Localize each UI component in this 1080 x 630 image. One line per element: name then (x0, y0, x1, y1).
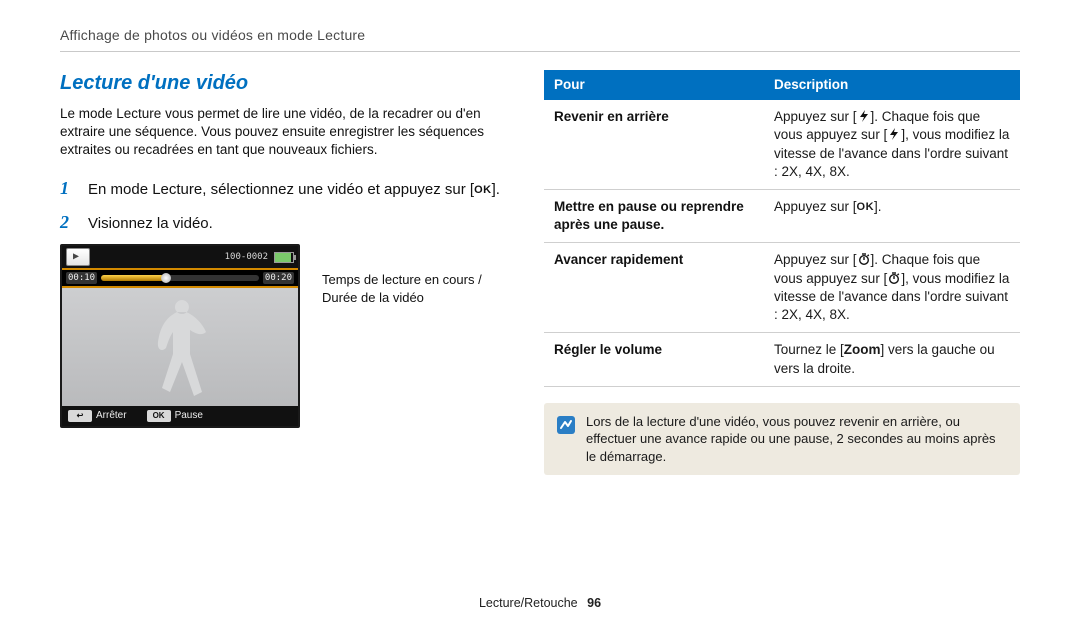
softkey-stop-label: Arrêter (96, 409, 127, 423)
table-header-description: Description (764, 70, 1020, 100)
ok-icon: OK (857, 200, 875, 215)
step-text: En mode Lecture, sélectionnez une vidéo … (88, 180, 500, 200)
screenshot-softkeys: ↩ Arrêter OK Pause (62, 406, 298, 426)
step-text: Visionnez la vidéo. (88, 214, 500, 234)
screenshot-callout: Temps de lecture en cours / Durée de la … (322, 244, 482, 306)
note-text: Lors de la lecture d'une vidéo, vous pou… (586, 413, 1008, 466)
flash-icon (887, 127, 901, 141)
flash-icon (857, 109, 871, 123)
battery-icon (274, 252, 294, 263)
step-number: 2 (60, 210, 78, 234)
back-key-icon: ↩ (68, 410, 92, 422)
time-elapsed: 00:10 (66, 272, 97, 284)
step-number: 1 (60, 176, 78, 200)
table-row: Revenir en arrièreAppuyez sur []. Chaque… (544, 100, 1020, 189)
seek-bar (101, 275, 259, 281)
table-row-description: Tournez le [Zoom] vers la gauche ou vers… (764, 333, 1020, 386)
table-header-action: Pour (544, 70, 764, 100)
table-row: Mettre en pause ou reprendre après une p… (544, 189, 1020, 242)
page-footer: Lecture/Retouche 96 (0, 595, 1080, 612)
table-row-label: Revenir en arrière (544, 100, 764, 189)
table-row-description: Appuyez sur []. Chaque fois que vous app… (764, 100, 1020, 189)
step-1: 1 En mode Lecture, sélectionnez une vidé… (60, 176, 500, 200)
intro-paragraph: Le mode Lecture vous permet de lire une … (60, 105, 500, 160)
footer-section: Lecture/Retouche (479, 596, 578, 610)
step-text-pre: En mode Lecture, sélectionnez une vidéo … (88, 181, 474, 198)
table-row-description: Appuyez sur [OK]. (764, 189, 1020, 242)
header-divider (60, 51, 1020, 52)
screenshot-body (62, 288, 298, 406)
file-index: 100-0002 (225, 251, 268, 263)
table-row-label: Avancer rapidement (544, 243, 764, 333)
zoom-label: Zoom (844, 342, 881, 357)
table-row-label: Mettre en pause ou reprendre après une p… (544, 189, 764, 242)
section-title: Lecture d'une vidéo (60, 70, 500, 97)
play-mode-icon (66, 248, 90, 266)
table-row: Régler le volumeTournez le [Zoom] vers l… (544, 333, 1020, 386)
table-row: Avancer rapidementAppuyez sur []. Chaque… (544, 243, 1020, 333)
camera-screenshot: 100-0002 00:10 00:20 (60, 244, 300, 428)
function-table: Pour Description Revenir en arrièreAppuy… (544, 70, 1020, 387)
step-2: 2 Visionnez la vidéo. (60, 210, 500, 234)
time-total: 00:20 (263, 272, 294, 284)
note-box: Lors de la lecture d'une vidéo, vous pou… (544, 403, 1020, 476)
softkey-stop: ↩ Arrêter (68, 409, 127, 423)
footer-page-number: 96 (587, 596, 601, 610)
timer-icon (887, 271, 901, 285)
step-text-post: ]. (492, 181, 500, 198)
breadcrumb: Affichage de photos ou vidéos en mode Le… (60, 26, 1020, 45)
table-row-description: Appuyez sur []. Chaque fois que vous app… (764, 243, 1020, 333)
ok-icon: OK (474, 183, 492, 198)
softkey-pause-label: Pause (175, 409, 203, 423)
screenshot-progress-bar: 00:10 00:20 (62, 268, 298, 288)
timer-icon (857, 252, 871, 266)
ok-key-icon: OK (147, 410, 171, 422)
table-row-label: Régler le volume (544, 333, 764, 386)
softkey-pause: OK Pause (147, 409, 203, 423)
note-icon (556, 415, 576, 440)
dancer-silhouette-icon (140, 292, 220, 407)
screenshot-status-bar: 100-0002 (62, 246, 298, 268)
